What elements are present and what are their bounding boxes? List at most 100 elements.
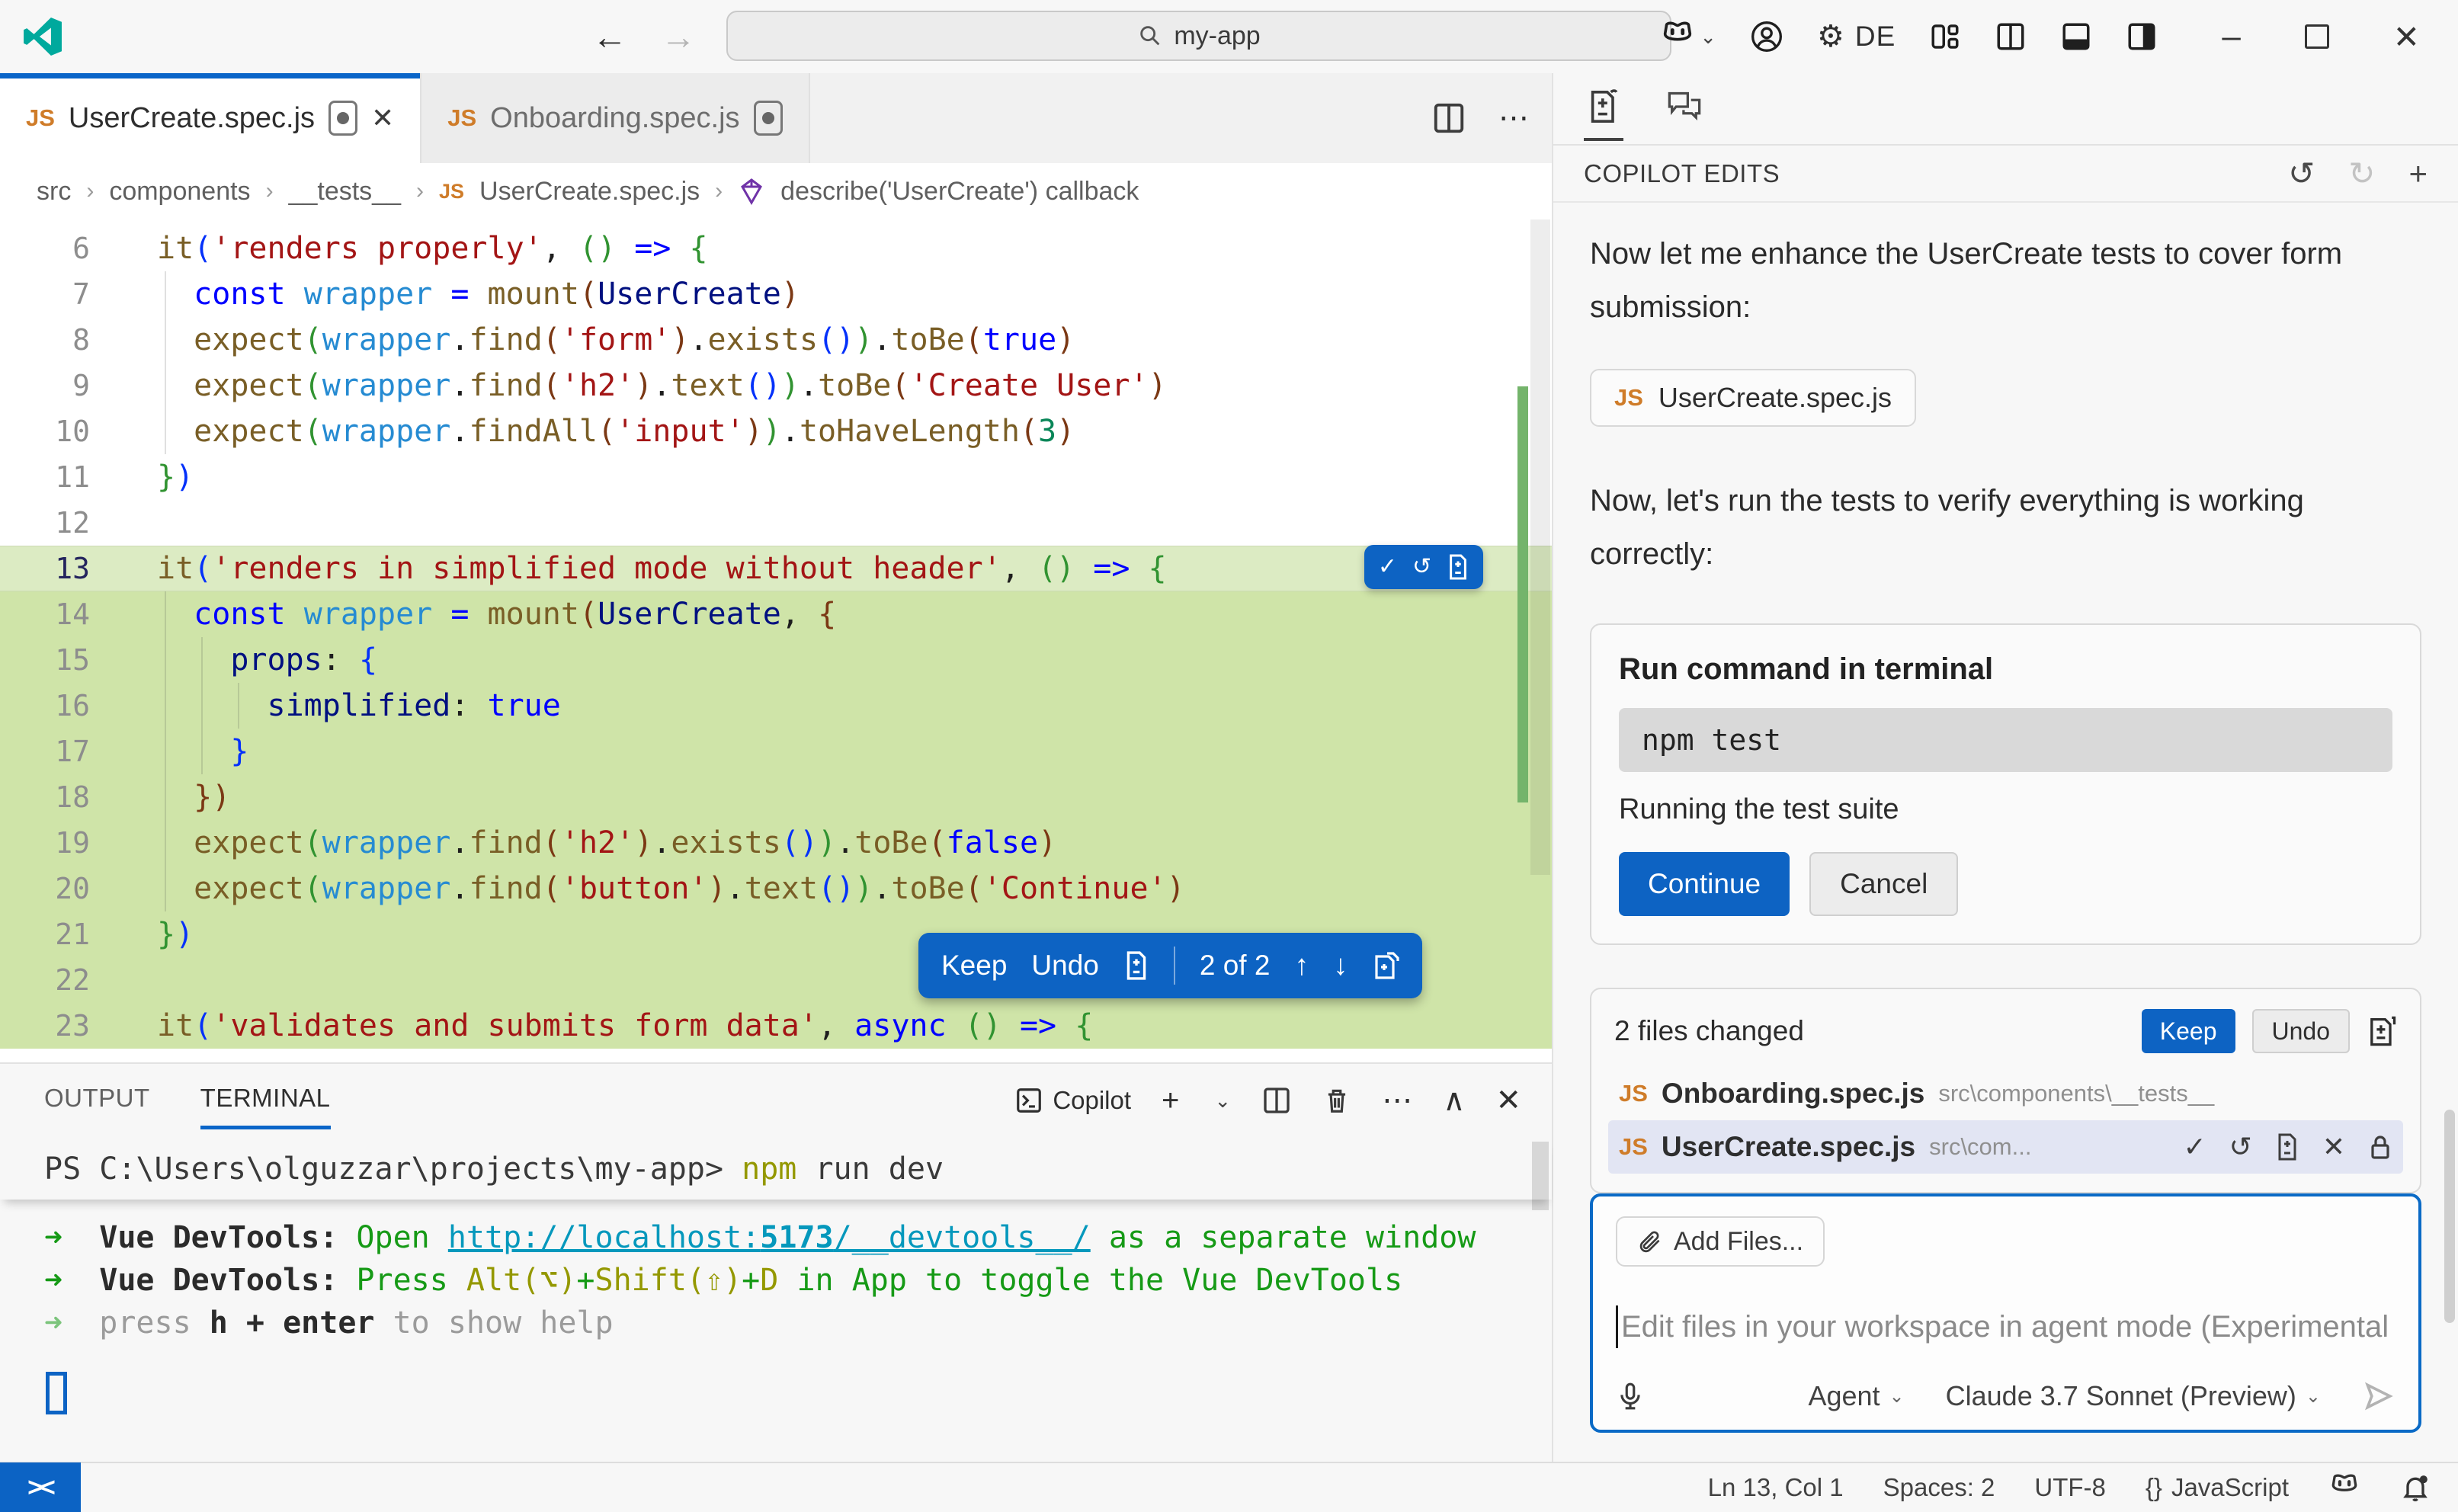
code-line-15[interactable]: 15 props: { bbox=[0, 637, 1552, 683]
code-line-14[interactable]: 14 const wrapper = mount(UserCreate, { bbox=[0, 591, 1552, 637]
panel-scrollbar[interactable] bbox=[2444, 1110, 2455, 1323]
breadcrumb-tests[interactable]: __tests__ bbox=[289, 177, 401, 207]
copilot-status-icon[interactable] bbox=[2328, 1474, 2360, 1501]
code-editor[interactable]: 6it('renders properly', () => {7 const w… bbox=[0, 219, 1552, 1062]
chevron-down-icon: ⌄ bbox=[2306, 1385, 2321, 1408]
modified-indicator-icon[interactable] bbox=[328, 101, 357, 136]
microphone-icon[interactable] bbox=[1616, 1379, 1645, 1413]
code-line-12[interactable]: 12 bbox=[0, 500, 1552, 546]
chat-input-box[interactable]: Add Files... Edit files in your workspac… bbox=[1590, 1193, 2421, 1433]
code-line-23[interactable]: 23it('validates and submits form data', … bbox=[0, 1003, 1552, 1049]
cursor-position[interactable]: Ln 13, Col 1 bbox=[1708, 1473, 1844, 1502]
tab-onboarding-spec[interactable]: JS Onboarding.spec.js bbox=[421, 73, 809, 163]
tab-output[interactable]: OUTPUT bbox=[44, 1084, 150, 1117]
tab-copilot-edits[interactable] bbox=[1584, 78, 1623, 139]
send-icon[interactable] bbox=[2362, 1379, 2396, 1413]
code-line-7[interactable]: 7 const wrapper = mount(UserCreate) bbox=[0, 271, 1552, 317]
code-line-9[interactable]: 9 expect(wrapper.find('h2').text()).toBe… bbox=[0, 363, 1552, 408]
panel-more-icon[interactable]: ⋯ bbox=[1382, 1083, 1412, 1118]
modified-indicator-icon[interactable] bbox=[754, 101, 783, 136]
add-files-button[interactable]: Add Files... bbox=[1616, 1216, 1825, 1267]
file-chip-usercreate[interactable]: JS UserCreate.spec.js bbox=[1590, 369, 1916, 427]
language-mode[interactable]: {} JavaScript bbox=[2146, 1473, 2289, 1502]
code-line-16[interactable]: 16 simplified: true bbox=[0, 683, 1552, 729]
window-close-button[interactable]: ✕ bbox=[2393, 18, 2420, 56]
accept-file-icon[interactable]: ✓ bbox=[2183, 1131, 2206, 1163]
kill-terminal-icon[interactable] bbox=[1322, 1085, 1351, 1116]
code-line-13[interactable]: 13it('renders in simplified mode without… bbox=[0, 546, 1552, 591]
breadcrumb-src[interactable]: src bbox=[37, 177, 71, 207]
toggle-secondary-sidebar-icon[interactable] bbox=[2126, 21, 2158, 53]
breadcrumb-symbol[interactable]: describe('UserCreate') callback bbox=[780, 177, 1139, 207]
chat-input-field[interactable]: Edit files in your workspace in agent mo… bbox=[1616, 1300, 2396, 1353]
open-diff-icon[interactable] bbox=[2275, 1133, 2299, 1161]
keep-button[interactable]: Keep bbox=[941, 950, 1007, 982]
split-editor-icon[interactable] bbox=[1431, 101, 1466, 136]
code-line-11[interactable]: 11}) bbox=[0, 454, 1552, 500]
panel-undo-icon[interactable]: ↺ bbox=[2288, 155, 2315, 192]
tab-usercreate-spec[interactable]: JS UserCreate.spec.js ✕ bbox=[0, 73, 421, 163]
undo-button[interactable]: Undo bbox=[1031, 950, 1098, 982]
code-line-20[interactable]: 20 expect(wrapper.find('button').text())… bbox=[0, 866, 1552, 911]
split-editor-icon[interactable] bbox=[1995, 21, 2027, 53]
command-center-search[interactable]: my-app bbox=[726, 11, 1671, 61]
remove-file-icon[interactable]: ✕ bbox=[2322, 1131, 2345, 1163]
remote-indicator[interactable]: >< bbox=[0, 1462, 81, 1512]
tab-terminal[interactable]: TERMINAL bbox=[200, 1084, 331, 1117]
model-dropdown[interactable]: Claude 3.7 Sonnet (Preview) ⌄ bbox=[1946, 1380, 2321, 1412]
account-icon[interactable] bbox=[1750, 20, 1783, 53]
window-maximize-button[interactable] bbox=[2305, 24, 2329, 49]
new-terminal-icon[interactable]: + bbox=[1162, 1084, 1179, 1118]
view-all-diffs-icon[interactable] bbox=[2367, 1014, 2397, 1048]
more-actions-icon[interactable]: ⋯ bbox=[1498, 101, 1529, 136]
terminal-output[interactable]: PS C:\Users\olguzzar\projects\my-app> np… bbox=[0, 1137, 1552, 1462]
maximize-panel-icon[interactable]: ∧ bbox=[1443, 1083, 1465, 1118]
next-change-icon[interactable]: ↓ bbox=[1333, 950, 1348, 982]
cancel-button[interactable]: Cancel bbox=[1809, 852, 1958, 916]
editor-scrollbar[interactable] bbox=[1530, 219, 1550, 875]
code-line-19[interactable]: 19 expect(wrapper.find('h2').exists()).t… bbox=[0, 820, 1552, 866]
code-line-18[interactable]: 18 }) bbox=[0, 774, 1552, 820]
accept-change-icon[interactable]: ✓ bbox=[1378, 556, 1397, 578]
copilot-menu-icon[interactable]: ⌄ bbox=[1660, 21, 1716, 52]
code-line-17[interactable]: 17 } bbox=[0, 729, 1552, 774]
discard-file-icon[interactable]: ↺ bbox=[2229, 1131, 2252, 1163]
encoding-setting[interactable]: UTF-8 bbox=[2034, 1473, 2106, 1502]
tab-chat[interactable] bbox=[1663, 78, 1706, 139]
terminal-dropdown-icon[interactable]: ⌄ bbox=[1214, 1089, 1231, 1113]
keep-all-button[interactable]: Keep bbox=[2142, 1009, 2235, 1053]
settings-gear-icon[interactable]: ⚙ bbox=[1817, 19, 1844, 54]
continue-button[interactable]: Continue bbox=[1619, 852, 1790, 916]
diff-file-icon[interactable] bbox=[1447, 554, 1469, 580]
window-minimize-button[interactable]: – bbox=[2222, 18, 2240, 56]
file-row-usercreate[interactable]: JS UserCreate.spec.js src\com... ✓ ↺ ✕ bbox=[1608, 1120, 2403, 1174]
terminal-scrollbar[interactable] bbox=[1532, 1142, 1549, 1210]
indentation-setting[interactable]: Spaces: 2 bbox=[1883, 1473, 1995, 1502]
breadcrumb-components[interactable]: components bbox=[109, 177, 250, 207]
file-path: src\com... bbox=[1929, 1133, 2031, 1161]
mode-dropdown[interactable]: Agent ⌄ bbox=[1808, 1380, 1904, 1412]
breadcrumb-file[interactable]: UserCreate.spec.js bbox=[479, 177, 700, 207]
language-indicator[interactable]: DE bbox=[1855, 21, 1896, 53]
open-diff-icon[interactable] bbox=[1372, 951, 1399, 980]
file-row-onboarding[interactable]: JS Onboarding.spec.js src\components\__t… bbox=[1608, 1067, 2403, 1120]
terminal-copilot-selector[interactable]: Copilot bbox=[1014, 1086, 1131, 1115]
tab-close-icon[interactable]: ✕ bbox=[371, 102, 394, 134]
code-line-10[interactable]: 10 expect(wrapper.findAll('input')).toHa… bbox=[0, 408, 1552, 454]
lock-icon[interactable] bbox=[2368, 1133, 2392, 1161]
code-line-6[interactable]: 6it('renders properly', () => { bbox=[0, 226, 1552, 271]
previous-change-icon[interactable]: ↑ bbox=[1294, 950, 1309, 982]
discard-change-icon[interactable]: ↺ bbox=[1412, 556, 1431, 578]
nav-forward-icon[interactable]: → bbox=[655, 14, 701, 59]
nav-back-icon[interactable]: ← bbox=[587, 14, 633, 59]
diff-file-icon[interactable] bbox=[1123, 951, 1149, 980]
notifications-bell-icon[interactable] bbox=[2400, 1472, 2431, 1503]
customize-layout-icon[interactable] bbox=[1929, 21, 1961, 53]
code-line-8[interactable]: 8 expect(wrapper.find('form').exists()).… bbox=[0, 317, 1552, 363]
new-session-icon[interactable]: + bbox=[2408, 155, 2428, 192]
undo-all-button[interactable]: Undo bbox=[2252, 1009, 2351, 1053]
chevron-down-icon: ⌄ bbox=[1889, 1385, 1905, 1408]
close-panel-icon[interactable]: ✕ bbox=[1495, 1083, 1521, 1118]
toggle-panel-icon[interactable] bbox=[2060, 21, 2092, 53]
split-terminal-icon[interactable] bbox=[1261, 1085, 1292, 1116]
